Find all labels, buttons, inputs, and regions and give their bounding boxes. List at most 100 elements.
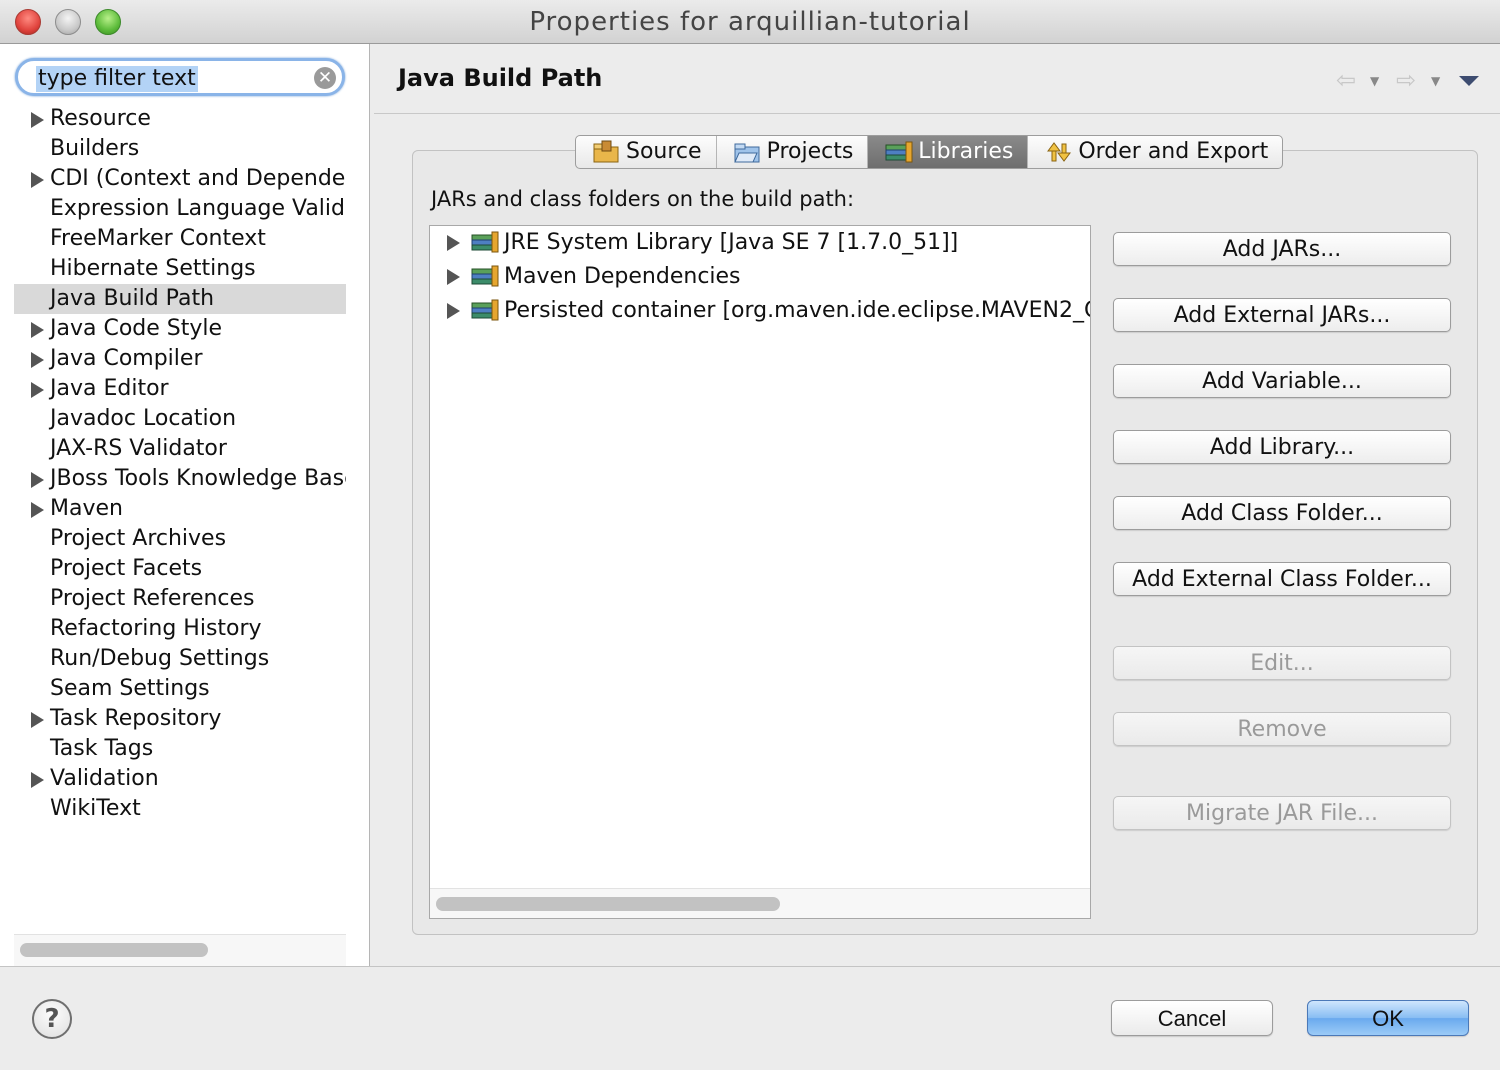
tree-item-project-archives[interactable]: Project Archives xyxy=(14,524,346,554)
tree-item-label: Project Archives xyxy=(50,526,227,551)
cancel-button[interactable]: Cancel xyxy=(1111,1000,1273,1036)
dialog-button-bar: ? Cancel OK xyxy=(0,966,1500,1070)
tree-item-maven[interactable]: Maven xyxy=(14,494,346,524)
tree-item-label: WikiText xyxy=(50,796,141,821)
tree-item-label: JBoss Tools Knowledge Base xyxy=(50,466,346,491)
help-icon[interactable]: ? xyxy=(32,999,72,1039)
library-label: Maven Dependencies xyxy=(504,264,741,289)
forward-dropdown-icon[interactable]: ▼ xyxy=(1431,74,1440,88)
expand-arrow-icon[interactable] xyxy=(31,502,44,518)
tab-order-and-export[interactable]: Order and Export xyxy=(1028,136,1282,168)
tree-item-run-debug-settings[interactable]: Run/Debug Settings xyxy=(14,644,346,674)
tab-source[interactable]: Source xyxy=(576,136,717,168)
property-pages-tree: Resource Builders CDI (Context and Depen… xyxy=(14,104,346,824)
tree-item-label: Java Code Style xyxy=(50,316,223,341)
filter-field[interactable]: type filter text ✕ xyxy=(15,58,345,96)
tree-item-refactoring-history[interactable]: Refactoring History xyxy=(14,614,346,644)
page-title: Java Build Path xyxy=(398,64,603,92)
tree-item-javadoc-location[interactable]: Javadoc Location xyxy=(14,404,346,434)
remove-button[interactable]: Remove xyxy=(1113,712,1451,746)
expand-arrow-icon[interactable] xyxy=(447,235,460,251)
expand-arrow-icon[interactable] xyxy=(31,382,44,398)
scrollbar-thumb[interactable] xyxy=(20,943,208,957)
add-class-folder-button[interactable]: Add Class Folder... xyxy=(1113,496,1451,530)
library-label: JRE System Library [Java SE 7 [1.7.0_51]… xyxy=(504,230,959,255)
add-variable-button[interactable]: Add Variable... xyxy=(1113,364,1451,398)
tree-item-java-editor[interactable]: Java Editor xyxy=(14,374,346,404)
add-external-class-folder-button[interactable]: Add External Class Folder... xyxy=(1113,562,1451,596)
tree-item-label: Java Editor xyxy=(50,376,169,401)
tab-label: Source xyxy=(626,139,702,164)
list-item[interactable]: Maven Dependencies xyxy=(430,260,1090,294)
add-jars-button[interactable]: Add JARs... xyxy=(1113,232,1451,266)
expand-arrow-icon[interactable] xyxy=(447,303,460,319)
list-horizontal-scrollbar[interactable] xyxy=(430,888,1090,918)
expand-arrow-icon[interactable] xyxy=(31,472,44,488)
expand-arrow-icon[interactable] xyxy=(31,352,44,368)
tree-item-freemarker[interactable]: FreeMarker Context xyxy=(14,224,346,254)
clear-filter-icon[interactable]: ✕ xyxy=(314,67,336,89)
tree-item-label: Java Compiler xyxy=(50,346,203,371)
tree-item-project-facets[interactable]: Project Facets xyxy=(14,554,346,584)
tree-item-label: CDI (Context and Dependen xyxy=(50,166,346,191)
migrate-jar-button[interactable]: Migrate JAR File... xyxy=(1113,796,1451,830)
scrollbar-thumb[interactable] xyxy=(436,897,780,911)
expand-arrow-icon[interactable] xyxy=(447,269,460,285)
tree-item-builders[interactable]: Builders xyxy=(14,134,346,164)
tree-item-task-tags[interactable]: Task Tags xyxy=(14,734,346,764)
tree-item-java-code-style[interactable]: Java Code Style xyxy=(14,314,346,344)
tree-item-project-references[interactable]: Project References xyxy=(14,584,346,614)
ok-button[interactable]: OK xyxy=(1307,1000,1469,1036)
expand-arrow-icon[interactable] xyxy=(31,172,44,188)
window-title: Properties for arquillian-tutorial xyxy=(529,7,971,37)
library-label: Persisted container [org.maven.ide.eclip… xyxy=(504,298,1090,323)
order-export-icon xyxy=(1044,139,1074,165)
tree-item-resource[interactable]: Resource xyxy=(14,104,346,134)
expand-arrow-icon[interactable] xyxy=(31,322,44,338)
tree-item-seam-settings[interactable]: Seam Settings xyxy=(14,674,346,704)
tree-item-jax-rs-validator[interactable]: JAX-RS Validator xyxy=(14,434,346,464)
list-item[interactable]: Persisted container [org.maven.ide.eclip… xyxy=(430,294,1090,328)
forward-arrow-icon[interactable]: ⇨ xyxy=(1396,66,1416,94)
tree-item-label: Expression Language Valida xyxy=(50,196,346,221)
tree-item-label: Seam Settings xyxy=(50,676,210,701)
list-item[interactable]: JRE System Library [Java SE 7 [1.7.0_51]… xyxy=(430,226,1090,260)
add-external-jars-button[interactable]: Add External JARs... xyxy=(1113,298,1451,332)
tab-projects[interactable]: Projects xyxy=(717,136,869,168)
tree-item-cdi[interactable]: CDI (Context and Dependen xyxy=(14,164,346,194)
expand-arrow-icon[interactable] xyxy=(31,712,44,728)
tab-label: Order and Export xyxy=(1078,139,1269,164)
tab-label: Projects xyxy=(766,139,854,164)
view-menu-icon[interactable] xyxy=(1459,76,1479,86)
library-icon xyxy=(470,265,500,289)
tree-horizontal-scrollbar[interactable] xyxy=(14,934,346,966)
tree-item-java-build-path[interactable]: Java Build Path xyxy=(14,284,346,314)
tab-libraries[interactable]: Libraries xyxy=(868,136,1029,168)
tree-item-label: JAX-RS Validator xyxy=(50,436,227,461)
expand-arrow-icon[interactable] xyxy=(31,772,44,788)
window-titlebar: Properties for arquillian-tutorial xyxy=(0,0,1500,44)
tree-item-task-repository[interactable]: Task Repository xyxy=(14,704,346,734)
tree-item-java-compiler[interactable]: Java Compiler xyxy=(14,344,346,374)
projects-folder-icon xyxy=(733,139,763,165)
tree-item-validation[interactable]: Validation xyxy=(14,764,346,794)
tree-item-label: Javadoc Location xyxy=(50,406,237,431)
tree-item-hibernate[interactable]: Hibernate Settings xyxy=(14,254,346,284)
tree-item-label: FreeMarker Context xyxy=(50,226,266,251)
tree-item-label: Builders xyxy=(50,136,140,161)
build-path-tabs: Source Projects Libraries Order and Expo… xyxy=(575,135,1284,169)
tree-item-expression-language[interactable]: Expression Language Valida xyxy=(14,194,346,224)
tree-item-label: Project Facets xyxy=(50,556,203,581)
libraries-list[interactable]: JRE System Library [Java SE 7 [1.7.0_51]… xyxy=(429,225,1091,919)
tree-item-jboss-tools-kb[interactable]: JBoss Tools Knowledge Base xyxy=(14,464,346,494)
source-folder-icon xyxy=(592,139,622,165)
add-library-button[interactable]: Add Library... xyxy=(1113,430,1451,464)
back-arrow-icon[interactable]: ⇦ xyxy=(1336,66,1356,94)
edit-button[interactable]: Edit... xyxy=(1113,646,1451,680)
tree-item-label: Run/Debug Settings xyxy=(50,646,270,671)
library-icon xyxy=(470,299,500,323)
expand-arrow-icon[interactable] xyxy=(31,112,44,128)
tree-item-wikitext[interactable]: WikiText xyxy=(14,794,346,824)
tree-item-label: Task Repository xyxy=(50,706,222,731)
back-dropdown-icon[interactable]: ▼ xyxy=(1370,74,1379,88)
